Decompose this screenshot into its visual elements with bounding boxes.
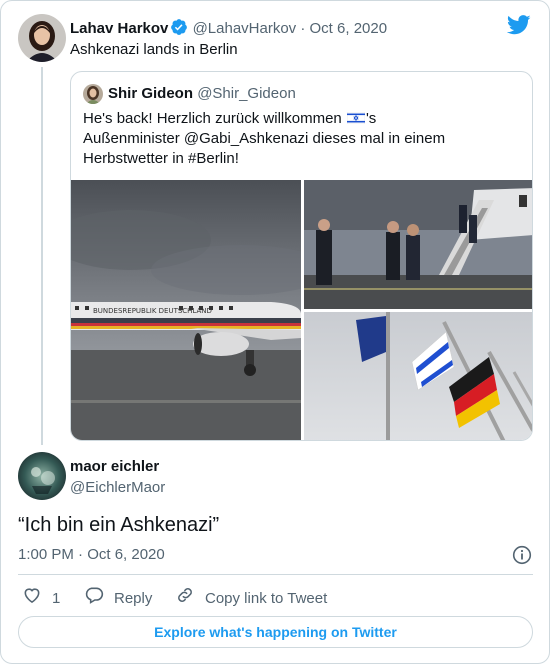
reply-author-avatar[interactable] [18, 452, 66, 500]
divider [18, 574, 533, 575]
tweet-header: Lahav Harkov @LahavHarkov · Oct 6, 2020 [70, 18, 387, 41]
twitter-bird-icon[interactable] [506, 15, 531, 40]
quoted-text-line1b: 's [365, 110, 377, 127]
reply-label: Reply [114, 589, 153, 607]
copy-link-action[interactable]: Copy link to Tweet [175, 585, 327, 612]
reply-timestamp[interactable]: 1:00 PM · Oct 6, 2020 [18, 546, 165, 564]
header-separator: · [300, 20, 306, 37]
quoted-author-handle: @Shir_Gideon [197, 85, 296, 102]
quote-indent-line [41, 67, 43, 445]
quoted-author-name: Shir Gideon [108, 85, 194, 102]
quoted-text: He's back! Herzlich zurück willkommen 's… [83, 109, 523, 169]
airplane-livery-text: BUNDESREPUBLIK DEUTSCHLAND [93, 307, 212, 315]
copy-link-label: Copy link to Tweet [205, 589, 328, 607]
quoted-text-line2: Außenminister @Gabi_Ashkenazi dieses mal… [83, 130, 446, 147]
reply-action[interactable]: Reply [84, 585, 152, 612]
reply-author-name[interactable]: maor eichler [70, 458, 159, 476]
link-icon [175, 585, 195, 612]
author-handle[interactable]: @LahavHarkov [193, 20, 297, 37]
quoted-media-grid: BUNDESREPUBLIK DEUTSCHLAND [71, 180, 532, 440]
reply-author-handle[interactable]: @EichlerMaor [70, 479, 165, 497]
author-avatar[interactable] [18, 14, 66, 62]
tweet-date[interactable]: Oct 6, 2020 [310, 20, 388, 37]
info-icon[interactable] [512, 545, 532, 570]
explore-twitter-button[interactable]: Explore what's happening on Twitter [18, 616, 533, 648]
airplane-photo[interactable]: BUNDESREPUBLIK DEUTSCHLAND [71, 180, 301, 440]
quoted-tweet[interactable]: Shir Gideon @Shir_Gideon He's back! Herz… [70, 71, 533, 441]
author-name[interactable]: Lahav Harkov [70, 20, 168, 37]
like-count: 1 [52, 589, 61, 607]
flags-photo[interactable] [304, 312, 532, 440]
reply-bubble-icon [84, 585, 104, 612]
heart-icon [22, 585, 42, 612]
like-action[interactable]: 1 [22, 585, 60, 612]
tweet-embed-card: Lahav Harkov @LahavHarkov · Oct 6, 2020 … [0, 0, 550, 664]
israel-flag-emoji [346, 110, 366, 125]
quoted-text-line1a: He's back! Herzlich zurück willkommen [83, 110, 346, 127]
quoted-author-avatar [83, 84, 103, 104]
arrival-photo[interactable] [304, 180, 532, 309]
quoted-text-line3: Herbstwetter in #Berlin! [83, 150, 239, 167]
verified-badge-icon [170, 18, 188, 41]
reply-text: “Ich bin ein Ashkenazi” [18, 514, 220, 536]
tweet-text: Ashkenazi lands in Berlin [70, 41, 238, 58]
quoted-header: Shir Gideon @Shir_Gideon [108, 85, 296, 103]
